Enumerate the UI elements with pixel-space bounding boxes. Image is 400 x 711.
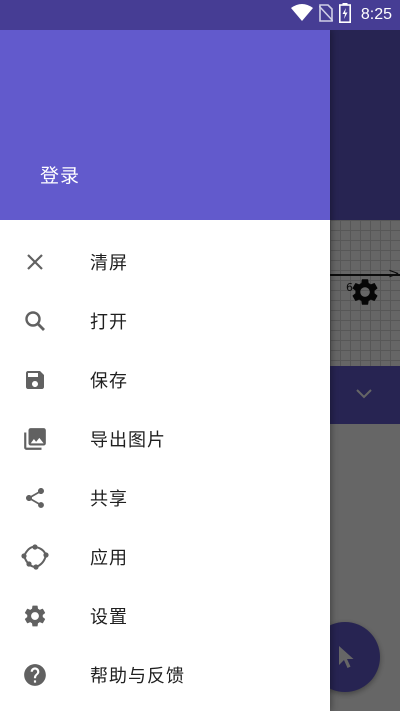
gear-icon: [20, 601, 50, 631]
search-icon: [20, 306, 50, 336]
menu-item-export-image[interactable]: 导出图片: [0, 409, 330, 468]
status-bar: 8:25: [0, 0, 400, 30]
menu-item-open[interactable]: 打开: [0, 291, 330, 350]
status-icons: 8:25: [290, 0, 392, 30]
navigation-drawer: 登录 清屏 打开 保存 导出图片 共享 应用 设置 帮助与反馈: [0, 30, 330, 711]
image-export-icon: [20, 424, 50, 454]
menu-item-settings[interactable]: 设置: [0, 586, 330, 645]
menu-item-label: 导出图片: [90, 429, 166, 451]
drawer-header: 登录: [0, 30, 330, 220]
drawer-menu: 清屏 打开 保存 导出图片 共享 应用 设置 帮助与反馈: [0, 220, 330, 704]
save-icon: [20, 365, 50, 395]
login-link[interactable]: 登录: [40, 161, 80, 188]
menu-item-label: 共享: [90, 488, 128, 510]
help-icon: [20, 660, 50, 690]
apps-polygon-icon: [20, 542, 50, 572]
menu-item-clear-screen[interactable]: 清屏: [0, 232, 330, 291]
close-icon: [20, 247, 50, 277]
menu-item-apps[interactable]: 应用: [0, 527, 330, 586]
menu-item-label: 清屏: [90, 252, 128, 274]
share-icon: [20, 483, 50, 513]
menu-item-label: 应用: [90, 547, 128, 569]
status-time: 8:25: [360, 6, 392, 23]
menu-item-label: 保存: [90, 370, 128, 392]
menu-item-share[interactable]: 共享: [0, 468, 330, 527]
menu-item-help-feedback[interactable]: 帮助与反馈: [0, 645, 330, 704]
menu-item-label: 打开: [90, 311, 128, 333]
wifi-icon: [290, 4, 313, 26]
menu-item-label: 设置: [90, 606, 128, 628]
menu-item-save[interactable]: 保存: [0, 350, 330, 409]
no-sim-icon: [318, 4, 334, 26]
menu-item-label: 帮助与反馈: [90, 665, 185, 687]
battery-charging-icon: [338, 3, 351, 27]
